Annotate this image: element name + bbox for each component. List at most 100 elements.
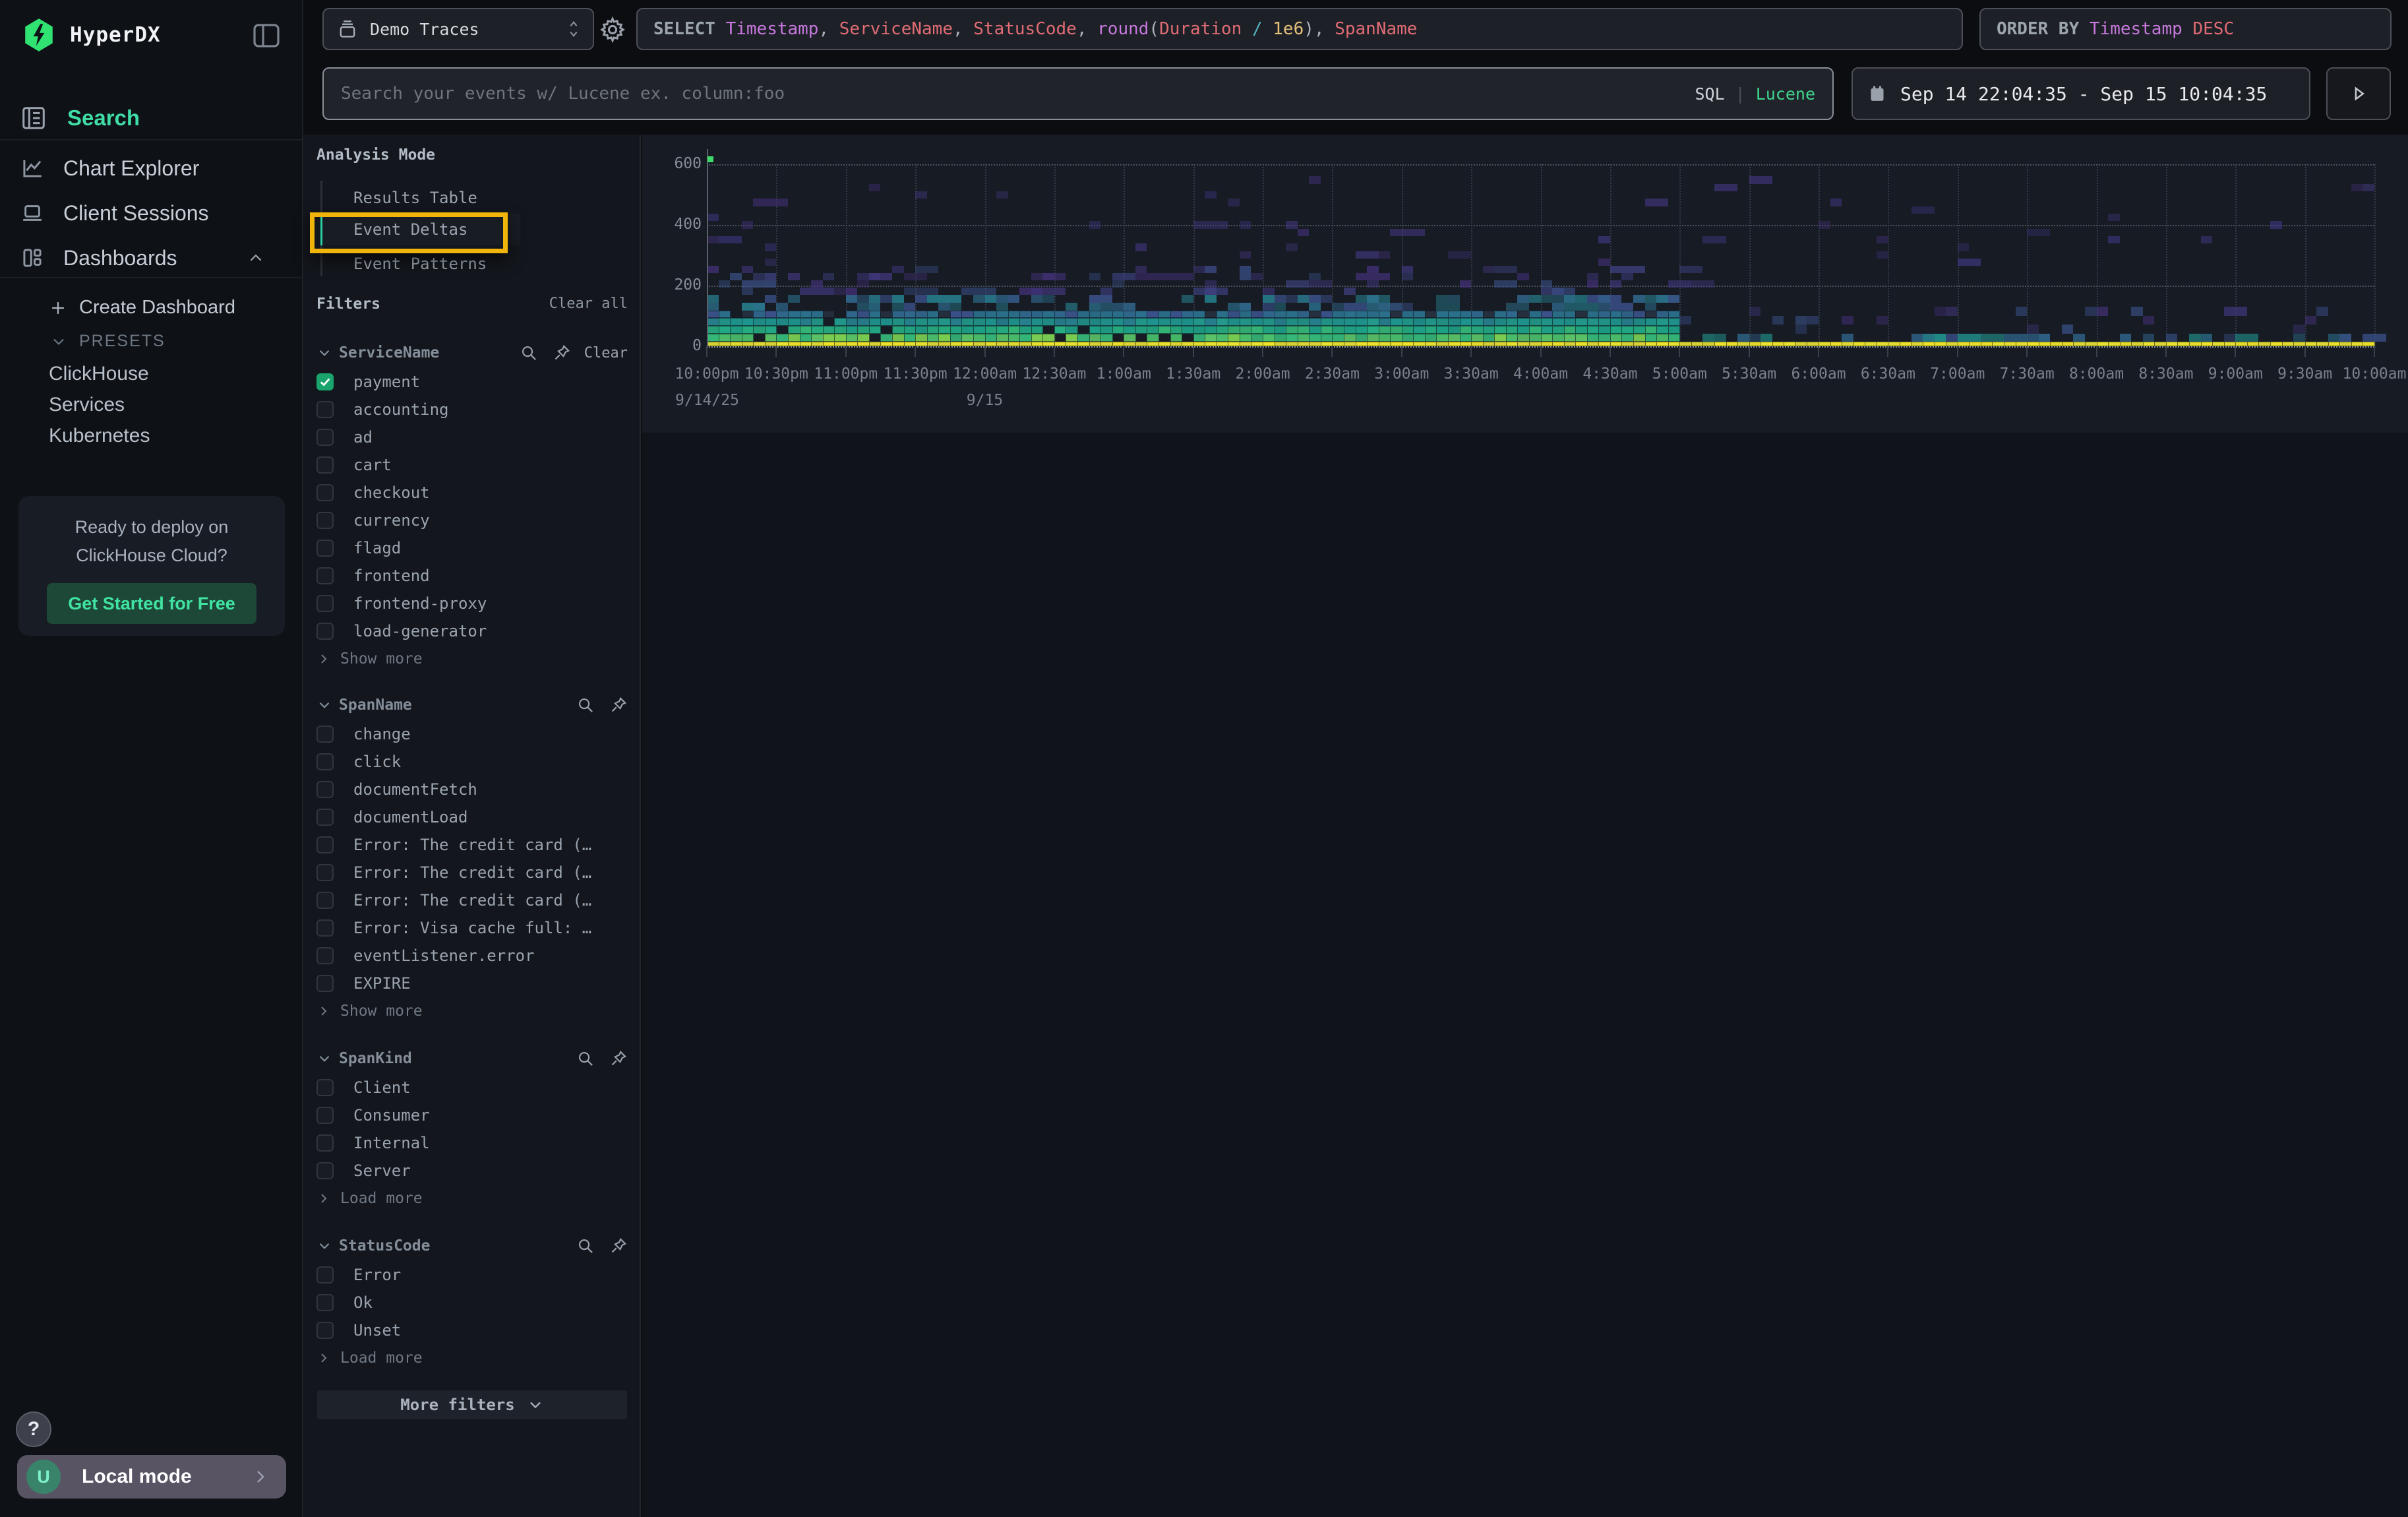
checkbox[interactable]	[316, 919, 334, 937]
filter-checkbox-cart[interactable]: cart	[303, 451, 641, 479]
sidebar-item-search[interactable]: Search	[20, 104, 140, 132]
filter-checkbox-eventlistener-error[interactable]: eventListener.error	[303, 942, 641, 970]
checkbox[interactable]	[316, 429, 334, 446]
analysis-mode-results-table[interactable]: Results Table	[322, 182, 520, 214]
preset-dashboard-services[interactable]: Services	[49, 394, 125, 416]
filter-group-header[interactable]: StatusCode	[303, 1231, 641, 1261]
clear-all-filters-button[interactable]: Clear all	[549, 295, 628, 313]
filter-group-header[interactable]: SpanKind	[303, 1043, 641, 1074]
brand[interactable]: HyperDX	[22, 17, 161, 53]
search-icon[interactable]	[576, 1237, 595, 1255]
filter-checkbox-ad[interactable]: ad	[303, 423, 641, 451]
checkbox[interactable]	[316, 975, 334, 992]
filter-checkbox-checkout[interactable]: checkout	[303, 479, 641, 507]
checkbox[interactable]	[316, 540, 334, 557]
run-query-button[interactable]	[2326, 67, 2391, 120]
language-lucene-option[interactable]: Lucene	[1756, 84, 1815, 104]
preset-dashboard-kubernetes[interactable]: Kubernetes	[49, 425, 150, 447]
checkbox[interactable]	[316, 1079, 334, 1096]
filter-checkbox-change[interactable]: change	[303, 720, 641, 748]
filter-checkbox-error-the-credit-card[interactable]: Error: The credit card (…	[303, 859, 641, 886]
filter-checkbox-payment[interactable]: payment	[303, 368, 641, 396]
get-started-button[interactable]: Get Started for Free	[47, 583, 256, 624]
sidebar-item-chart-explorer[interactable]: Chart Explorer	[20, 156, 284, 181]
checkbox-label: cart	[353, 456, 392, 474]
pin-icon[interactable]	[609, 1049, 628, 1068]
search-icon[interactable]	[576, 1049, 595, 1068]
filter-checkbox-click[interactable]: click	[303, 748, 641, 776]
checkbox[interactable]	[316, 595, 334, 612]
filter-checkbox-frontend[interactable]: frontend	[303, 562, 641, 590]
search-icon[interactable]	[576, 696, 595, 714]
filter-checkbox-client[interactable]: Client	[303, 1074, 641, 1101]
checkbox[interactable]	[316, 726, 334, 743]
show-more-button[interactable]: Show more	[303, 645, 641, 673]
load-more-button[interactable]: Load more	[303, 1344, 641, 1372]
more-filters-button[interactable]: More filters	[317, 1390, 627, 1419]
heatmap-cell	[1541, 311, 1553, 319]
checkbox[interactable]	[316, 456, 334, 474]
preset-dashboard-clickhouse[interactable]: ClickHouse	[49, 363, 149, 385]
filter-checkbox-error[interactable]: Error	[303, 1261, 641, 1289]
pin-icon[interactable]	[609, 696, 628, 714]
order-by-input[interactable]: ORDER BY Timestamp DESC	[1979, 8, 2392, 50]
search-icon[interactable]	[520, 344, 538, 362]
filter-checkbox-flagd[interactable]: flagd	[303, 534, 641, 562]
sidebar-item-dashboards[interactable]: Dashboards	[20, 245, 284, 270]
checkbox[interactable]	[316, 1134, 334, 1152]
filter-checkbox-frontend-proxy[interactable]: frontend-proxy	[303, 590, 641, 617]
presets-toggle[interactable]: PRESETS	[50, 332, 166, 351]
clear-group-button[interactable]: Clear	[584, 345, 628, 361]
filter-checkbox-documentfetch[interactable]: documentFetch	[303, 776, 641, 803]
source-settings-gear-icon[interactable]	[599, 16, 626, 44]
language-sql-option[interactable]: SQL	[1695, 84, 1724, 104]
checkbox[interactable]	[316, 1322, 334, 1339]
help-button[interactable]: ?	[16, 1411, 51, 1447]
load-more-button[interactable]: Load more	[303, 1185, 641, 1212]
filter-checkbox-error-the-credit-card[interactable]: Error: The credit card (…	[303, 886, 641, 914]
checkbox[interactable]	[316, 373, 334, 390]
filter-checkbox-currency[interactable]: currency	[303, 507, 641, 534]
show-more-button[interactable]: Show more	[303, 997, 641, 1025]
filter-checkbox-ok[interactable]: Ok	[303, 1289, 641, 1316]
search-input[interactable]: Search your events w/ Lucene ex. column:…	[322, 67, 1834, 120]
checkbox[interactable]	[316, 567, 334, 584]
filter-checkbox-server[interactable]: Server	[303, 1157, 641, 1185]
filter-group-header[interactable]: SpanName	[303, 690, 641, 720]
filter-checkbox-documentload[interactable]: documentLoad	[303, 803, 641, 831]
checkbox[interactable]	[316, 512, 334, 529]
data-source-select[interactable]: Demo Traces	[322, 8, 594, 50]
checkbox[interactable]	[316, 809, 334, 826]
filter-checkbox-consumer[interactable]: Consumer	[303, 1101, 641, 1129]
filter-checkbox-error-visa-cache-full[interactable]: Error: Visa cache full: …	[303, 914, 641, 942]
checkbox[interactable]	[316, 1107, 334, 1124]
filter-group-header[interactable]: ServiceNameClear	[303, 338, 641, 368]
checkbox[interactable]	[316, 781, 334, 798]
filter-checkbox-error-the-credit-card[interactable]: Error: The credit card (…	[303, 831, 641, 859]
create-dashboard-button[interactable]: Create Dashboard	[49, 297, 235, 319]
checkbox[interactable]	[316, 1162, 334, 1179]
date-range-picker[interactable]: Sep 14 22:04:35 - Sep 15 10:04:35	[1851, 67, 2310, 120]
checkbox[interactable]	[316, 864, 334, 881]
filter-checkbox-load-generator[interactable]: load-generator	[303, 617, 641, 645]
event-deltas-heatmap[interactable]: 0200400600 10:00pm10:30pm11:00pm11:30pm1…	[642, 135, 2408, 433]
checkbox[interactable]	[316, 1266, 334, 1284]
checkbox[interactable]	[316, 623, 334, 640]
checkbox[interactable]	[316, 401, 334, 418]
checkbox[interactable]	[316, 947, 334, 964]
filter-checkbox-expire[interactable]: EXPIRE	[303, 970, 641, 997]
filter-checkbox-accounting[interactable]: accounting	[303, 396, 641, 423]
pin-icon[interactable]	[553, 344, 571, 362]
checkbox[interactable]	[316, 753, 334, 770]
checkbox[interactable]	[316, 892, 334, 909]
sidebar-item-client-sessions[interactable]: Client Sessions	[20, 201, 284, 226]
checkbox[interactable]	[316, 1294, 334, 1311]
select-clause-input[interactable]: SELECT Timestamp, ServiceName, StatusCod…	[636, 8, 1963, 50]
checkbox[interactable]	[316, 484, 334, 501]
checkbox[interactable]	[316, 836, 334, 853]
filter-checkbox-internal[interactable]: Internal	[303, 1129, 641, 1157]
pin-icon[interactable]	[609, 1237, 628, 1255]
user-menu[interactable]: U Local mode	[17, 1455, 286, 1499]
sidebar-collapse-icon[interactable]	[252, 21, 281, 50]
filter-checkbox-unset[interactable]: Unset	[303, 1316, 641, 1344]
